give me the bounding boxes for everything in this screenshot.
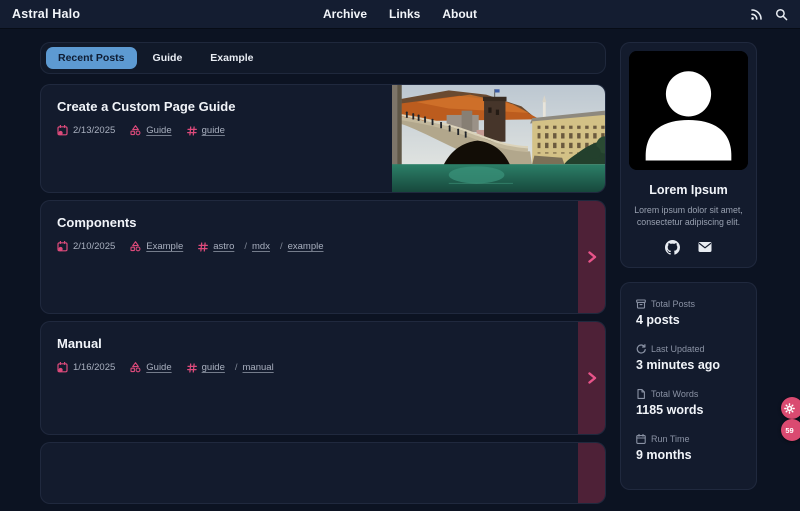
shapes-icon	[130, 241, 141, 252]
post-card[interactable]: Create a Custom Page Guide 2/13/2025 Gui…	[40, 84, 606, 193]
post-title[interactable]: Components	[57, 215, 589, 230]
calendar-icon	[636, 434, 646, 444]
avatar[interactable]	[629, 51, 748, 170]
post-date-group: 2/10/2025	[57, 241, 115, 252]
stat-value: 1185 words	[636, 403, 741, 417]
post-date: 2/10/2025	[73, 241, 115, 252]
file-icon	[636, 389, 646, 399]
site-brand[interactable]: Astral Halo	[12, 7, 80, 21]
settings-button[interactable]	[781, 397, 800, 419]
post-tags-group: astro mdx example	[198, 241, 323, 252]
tag-link[interactable]: guide	[202, 362, 225, 373]
post-card[interactable]: Manual 1/16/2025 Guide guide manual	[40, 321, 606, 435]
post-category-group: Guide	[130, 362, 171, 373]
profile-card: Lorem Ipsum Lorem ipsum dolor sit amet, …	[620, 42, 757, 268]
shapes-icon	[130, 125, 141, 136]
stat-label: Total Words	[651, 389, 698, 399]
chevron-right-icon	[585, 250, 599, 264]
calendar-clock-icon	[57, 362, 68, 373]
refresh-icon	[636, 344, 646, 354]
tag-link[interactable]: manual	[243, 362, 274, 373]
stat-value: 3 minutes ago	[636, 358, 741, 372]
category-link[interactable]: Guide	[146, 125, 171, 136]
archive-icon	[636, 299, 646, 309]
tab-recent-posts[interactable]: Recent Posts	[46, 47, 137, 69]
read-post-strip[interactable]	[578, 443, 605, 503]
mail-icon[interactable]	[698, 240, 713, 255]
calendar-clock-icon	[57, 241, 68, 252]
post-card-partial[interactable]	[40, 442, 606, 504]
stat-label: Total Posts	[651, 299, 695, 309]
hash-icon	[187, 126, 197, 136]
calendar-clock-icon	[57, 125, 68, 136]
post-title[interactable]: Manual	[57, 336, 589, 351]
tab-example[interactable]: Example	[198, 47, 265, 69]
gear-icon	[784, 403, 795, 414]
chevron-right-icon	[585, 371, 599, 385]
person-silhouette-icon	[629, 51, 748, 170]
stat-total-words: Total Words 1185 words	[636, 389, 741, 417]
post-date: 1/16/2025	[73, 362, 115, 373]
post-tags-group: guide manual	[187, 362, 274, 373]
post-title[interactable]: Create a Custom Page Guide	[57, 99, 589, 114]
stat-value: 4 posts	[636, 313, 741, 327]
post-date-group: 1/16/2025	[57, 362, 115, 373]
navbar: Astral Halo Archive Links About	[0, 0, 800, 28]
profile-social-links	[629, 240, 748, 255]
scroll-percentage: 59	[785, 426, 793, 435]
main-column: Recent Posts Guide Example Create a Cust…	[40, 42, 606, 511]
post-card[interactable]: Components 2/10/2025 Example astro mdx	[40, 200, 606, 314]
category-link[interactable]: Guide	[146, 362, 171, 373]
nav-link-links[interactable]: Links	[389, 7, 420, 21]
stat-last-updated: Last Updated 3 minutes ago	[636, 344, 741, 372]
nav-actions	[749, 7, 788, 21]
nav-links: Archive Links About	[323, 7, 477, 21]
post-meta: 2/10/2025 Example astro mdx example	[57, 241, 589, 252]
profile-bio: Lorem ipsum dolor sit amet, consectetur …	[629, 204, 748, 229]
search-icon[interactable]	[774, 7, 788, 21]
nav-link-about[interactable]: About	[442, 7, 477, 21]
stat-total-posts: Total Posts 4 posts	[636, 299, 741, 327]
tag-link[interactable]: mdx	[252, 241, 270, 252]
tag-link[interactable]: astro	[213, 241, 234, 252]
post-meta: 2/13/2025 Guide guide	[57, 125, 589, 136]
hash-icon	[187, 363, 197, 373]
tag-link[interactable]: guide	[202, 125, 225, 136]
shapes-icon	[130, 362, 141, 373]
post-filter-tabs: Recent Posts Guide Example	[40, 42, 606, 74]
stat-run-time: Run Time 9 months	[636, 434, 741, 462]
post-meta: 1/16/2025 Guide guide manual	[57, 362, 589, 373]
tag-link[interactable]: example	[288, 241, 324, 252]
profile-name: Lorem Ipsum	[629, 183, 748, 197]
post-category-group: Example	[130, 241, 183, 252]
stat-label: Run Time	[651, 434, 690, 444]
post-category-group: Guide	[130, 125, 171, 136]
stat-label: Last Updated	[651, 344, 705, 354]
post-tags-group: guide	[187, 125, 225, 136]
hash-icon	[198, 242, 208, 252]
scroll-percentage-button[interactable]: 59	[781, 419, 800, 441]
post-date-group: 2/13/2025	[57, 125, 115, 136]
category-link[interactable]: Example	[146, 241, 183, 252]
sidebar: Lorem Ipsum Lorem ipsum dolor sit amet, …	[620, 42, 757, 490]
page-layout: Recent Posts Guide Example Create a Cust…	[0, 28, 800, 511]
site-stats-card: Total Posts 4 posts Last Updated 3 minut…	[620, 282, 757, 490]
rss-icon[interactable]	[749, 7, 763, 21]
github-icon[interactable]	[665, 240, 680, 255]
tab-guide[interactable]: Guide	[141, 47, 195, 69]
post-date: 2/13/2025	[73, 125, 115, 136]
nav-link-archive[interactable]: Archive	[323, 7, 367, 21]
